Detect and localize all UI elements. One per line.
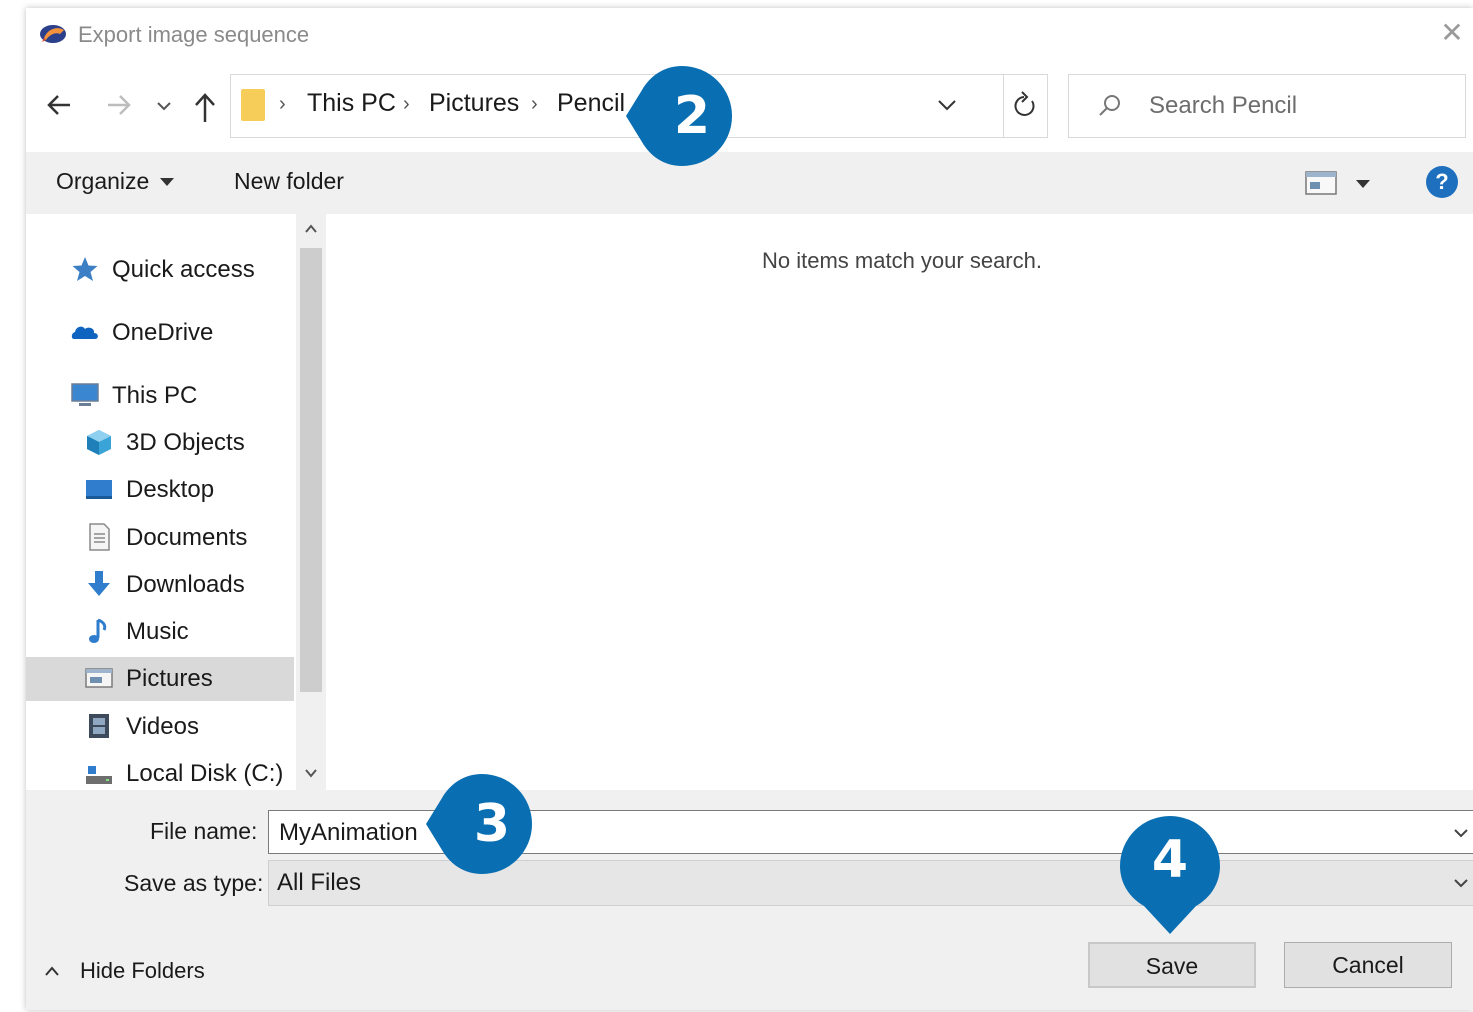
sidebar-item-downloads[interactable]: Downloads <box>84 563 294 607</box>
callout-number: 4 <box>1151 830 1189 890</box>
breadcrumb-pictures[interactable]: Pictures <box>429 89 519 118</box>
scrollbar-thumb[interactable] <box>300 248 322 692</box>
sidebar-item-music[interactable]: Music <box>84 610 294 654</box>
sidebar-item-label: OneDrive <box>112 319 214 346</box>
drive-icon <box>86 766 112 784</box>
pictures-icon <box>85 668 113 688</box>
step-callout-4: 4 <box>1112 808 1228 934</box>
search-icon <box>1099 95 1120 116</box>
sidebar-item-desktop[interactable]: Desktop <box>84 468 294 512</box>
view-options-icon[interactable] <box>1304 170 1338 196</box>
breadcrumb-separator: › <box>279 93 286 115</box>
file-list-pane[interactable]: No items match your search. <box>326 214 1473 790</box>
breadcrumb-pencil[interactable]: Pencil <box>557 89 625 118</box>
export-dialog: Export image sequence ✕ › This PC › Pict… <box>26 8 1473 1010</box>
help-icon[interactable]: ? <box>1426 166 1458 198</box>
sidebar-item-label: Pictures <box>126 665 213 692</box>
window-title: Export image sequence <box>78 22 310 47</box>
download-icon <box>88 571 110 596</box>
folder-icon <box>241 89 265 121</box>
search-input[interactable] <box>1147 85 1451 127</box>
sidebar-item-label: Desktop <box>126 476 215 503</box>
arrow-up-icon[interactable] <box>190 90 220 124</box>
sidebar-item-label: 3D Objects <box>126 429 245 456</box>
arrow-left-icon[interactable] <box>44 90 74 120</box>
chevron-down-icon[interactable] <box>154 96 174 116</box>
hide-folders-label: Hide Folders <box>80 958 205 983</box>
save-type-label: Save as type: <box>124 870 264 896</box>
chevron-down-icon[interactable] <box>1451 823 1471 843</box>
step-callout-3: 3 <box>424 766 540 882</box>
cube-icon <box>87 430 111 455</box>
address-dropdown-icon[interactable] <box>927 75 967 137</box>
save-type-value: All Files <box>277 869 362 896</box>
save-button[interactable]: Save <box>1088 942 1256 988</box>
sidebar-item-label: This PC <box>112 382 198 409</box>
arrow-right-icon[interactable] <box>104 90 134 120</box>
empty-state-message: No items match your search. <box>762 248 1042 273</box>
music-note-icon <box>89 618 107 643</box>
sidebar-scrollbar[interactable] <box>296 214 326 790</box>
sidebar-item-label: Local Disk (C:) <box>126 760 284 787</box>
organize-caret-icon[interactable] <box>160 178 174 186</box>
refresh-icon[interactable] <box>1003 75 1048 137</box>
navigation-pane: Quick access OneDrive This PC 3D Objects <box>26 214 326 790</box>
save-form-area: File name: Save as type: All Files Hide … <box>26 790 1473 1010</box>
desktop-icon <box>86 480 112 499</box>
scroll-down-icon[interactable] <box>302 764 320 782</box>
pencil2d-app-icon <box>40 25 66 43</box>
cancel-button[interactable]: Cancel <box>1284 942 1452 988</box>
sidebar-item-pictures[interactable]: Pictures <box>26 657 294 701</box>
chevron-up-icon <box>45 966 59 976</box>
document-icon <box>89 523 110 551</box>
callout-number: 2 <box>673 86 711 146</box>
sidebar-item-label: Documents <box>126 524 248 551</box>
file-name-label: File name: <box>150 818 258 844</box>
sidebar-item-label: Downloads <box>126 571 245 598</box>
callout-number: 3 <box>473 794 511 854</box>
chevron-down-icon[interactable] <box>1451 873 1471 893</box>
cloud-icon <box>71 326 98 339</box>
sidebar-item-label: Music <box>126 618 189 645</box>
title-bar: Export image sequence ✕ <box>26 8 1473 64</box>
step-callout-2: 2 <box>624 58 740 174</box>
sidebar-item-documents[interactable]: Documents <box>84 516 294 560</box>
sidebar-item-videos[interactable]: Videos <box>84 705 294 749</box>
computer-icon <box>71 383 99 406</box>
sidebar-item-label: Quick access <box>112 256 255 283</box>
new-folder-button[interactable]: New folder <box>234 168 344 195</box>
close-icon[interactable]: ✕ <box>1437 18 1467 48</box>
sidebar-item-3d-objects[interactable]: 3D Objects <box>84 421 294 465</box>
breadcrumb-separator: › <box>403 93 410 115</box>
star-icon <box>72 257 98 281</box>
view-dropdown-caret-icon[interactable] <box>1356 180 1370 188</box>
sidebar-item-label: Videos <box>126 713 199 740</box>
sidebar-item-onedrive[interactable]: OneDrive <box>70 311 290 355</box>
sidebar-item-quick-access[interactable]: Quick access <box>70 248 290 292</box>
breadcrumb-this-pc[interactable]: This PC <box>307 89 396 118</box>
sidebar-item-this-pc[interactable]: This PC <box>70 374 290 418</box>
film-icon <box>89 714 109 738</box>
scroll-up-icon[interactable] <box>302 220 320 238</box>
breadcrumb-separator: › <box>531 93 538 115</box>
search-box[interactable] <box>1068 74 1466 138</box>
organize-menu[interactable]: Organize <box>56 168 149 195</box>
